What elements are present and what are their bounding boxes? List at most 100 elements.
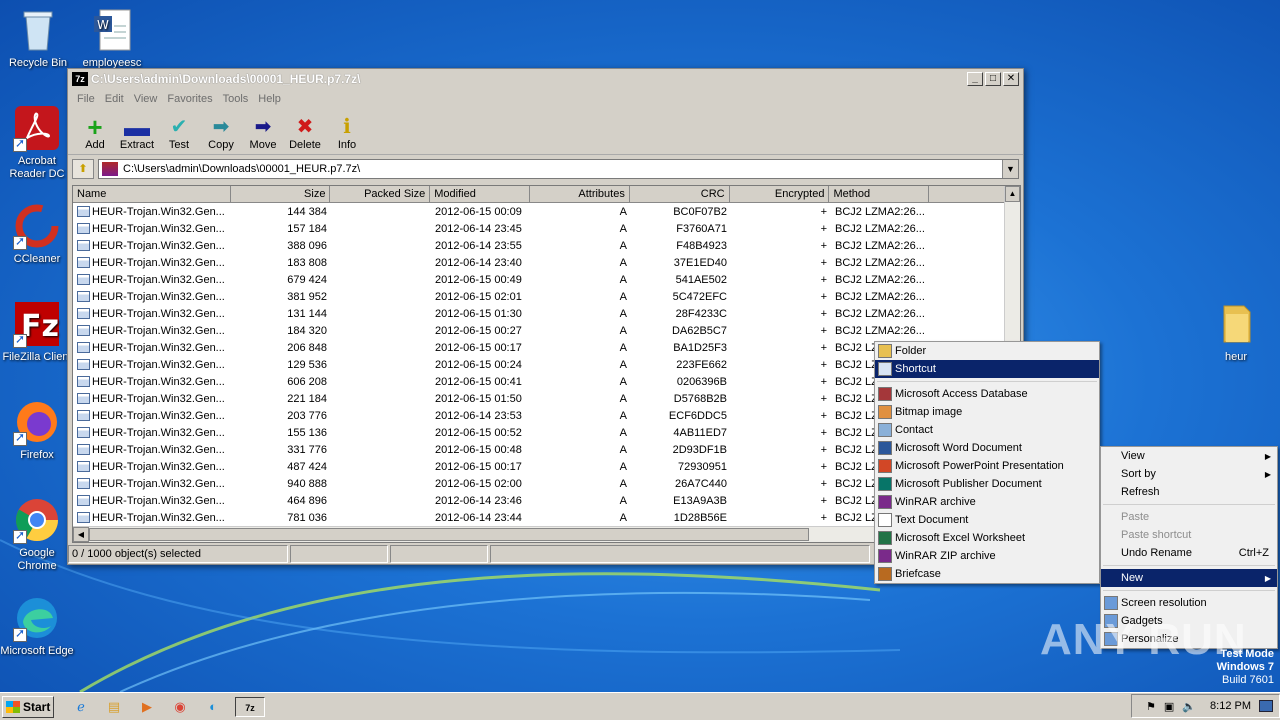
menu-file[interactable]: File [77,93,95,105]
cell-size: 129 536 [287,358,327,371]
cell-modified: 2012-06-15 00:27 [435,324,522,337]
address-field[interactable]: C:\Users\admin\Downloads\00001_HEUR.p7.7… [98,159,1019,179]
menu-item-label: Microsoft Publisher Document [895,478,1042,490]
cell-attributes: A [619,222,627,235]
menu-help[interactable]: Help [258,93,281,105]
desktop[interactable]: Recycle Bin W employeesc Acrobat Reader … [0,0,1280,692]
scroll-left-arrow-icon[interactable]: ◀ [73,527,89,542]
chrome-icon[interactable]: ◉ [169,697,191,717]
status-cell [290,545,388,563]
new-menu-microsoft-word-document[interactable]: Microsoft Word Document [875,439,1099,457]
table-row[interactable]: HEUR-Trojan.Win32.Gen... 157 184 2012-06-1… [73,220,1020,237]
horizontal-scrollbar[interactable]: ◀ [73,526,1006,542]
table-row[interactable]: HEUR-Trojan.Win32.Gen... 381 952 2012-06-1… [73,288,1020,305]
new-menu-contact[interactable]: Contact [875,421,1099,439]
desktop-icon-filezilla[interactable]: Fz FileZilla Client [0,300,75,364]
desktop-icon-edge[interactable]: Microsoft Edge [0,594,75,658]
volume-icon[interactable]: 🔈 [1182,700,1196,713]
new-menu-winrar-zip-archive[interactable]: WinRAR ZIP archive [875,547,1099,565]
cell-attributes: A [619,290,627,303]
table-row[interactable]: HEUR-Trojan.Win32.Gen... 183 808 2012-06-1… [73,254,1020,271]
clock[interactable]: 8:12 PM [1210,700,1251,712]
desktop-icon-employeesc[interactable]: W employeesc [74,6,150,70]
col-crc[interactable]: CRC [630,186,730,202]
cell-encrypted: + [820,205,827,218]
table-row[interactable]: HEUR-Trojan.Win32.Gen... 144 384 2012-06-1… [73,203,1020,220]
cell-crc: ECF6DDC5 [668,409,727,422]
desktop-icon-recycle-bin[interactable]: Recycle Bin [0,6,76,70]
close-button[interactable]: ✕ [1003,72,1019,86]
menu-edit[interactable]: Edit [105,93,124,105]
cell-size: 183 808 [287,256,327,269]
edge-icon[interactable]: ◐ [202,697,224,717]
cell-attributes: A [619,375,627,388]
7zip-taskbar-button[interactable]: 7z [235,696,265,717]
briefcase-icon [878,567,892,581]
desktop-icon-acrobat[interactable]: Acrobat Reader DC [0,104,75,181]
cell-encrypted: + [820,392,827,405]
new-menu-text-document[interactable]: Text Document [875,511,1099,529]
show-desktop-icon[interactable] [1259,700,1273,712]
desktop-icon-heur[interactable]: heur [1198,300,1274,364]
flag-icon[interactable]: ⚑ [1146,700,1156,713]
copy-button[interactable]: ➡ Copy [200,115,242,154]
desktop-icon-ccleaner[interactable]: CCleaner [0,202,75,266]
table-row[interactable]: HEUR-Trojan.Win32.Gen... 679 424 2012-06-1… [73,271,1020,288]
network-icon[interactable]: ▣ [1164,700,1174,713]
desktop-menu-sort-by[interactable]: Sort by ▶ [1101,465,1277,483]
table-row[interactable]: HEUR-Trojan.Win32.Gen... 388 096 2012-06-1… [73,237,1020,254]
desktop-menu-refresh[interactable]: Refresh [1101,483,1277,501]
explorer-icon[interactable]: ▤ [103,697,125,717]
menu-view[interactable]: View [134,93,158,105]
address-dropdown-button[interactable]: ▼ [1002,160,1018,178]
desktop-icon-firefox[interactable]: Firefox [0,398,75,462]
new-menu-microsoft-publisher-document[interactable]: Microsoft Publisher Document [875,475,1099,493]
desktop-menu-screen-resolution[interactable]: Screen resolution [1101,594,1277,612]
new-menu-folder[interactable]: Folder [875,342,1099,360]
up-folder-button[interactable]: ⬆ [72,159,94,179]
extract-button[interactable]: ▬ Extract [116,114,158,154]
col-size[interactable]: Size [231,186,331,202]
minimize-button[interactable]: _ [967,72,983,86]
desktop-menu-undo-rename[interactable]: Undo Rename Ctrl+Z [1101,544,1277,562]
table-row[interactable]: HEUR-Trojan.Win32.Gen... 131 144 2012-06-1… [73,305,1020,322]
new-menu-microsoft-powerpoint-presentation[interactable]: Microsoft PowerPoint Presentation [875,457,1099,475]
col-packed-size[interactable]: Packed Size [330,186,431,202]
new-menu-shortcut[interactable]: Shortcut [875,360,1099,378]
col-attributes[interactable]: Attributes [530,186,630,202]
menu-item-label: New [1121,572,1144,584]
new-menu-winrar-archive[interactable]: WinRAR archive [875,493,1099,511]
excel-icon [878,531,892,545]
add-button[interactable]: + Add [74,114,116,154]
move-button[interactable]: ➡ Move [242,115,284,154]
title-bar[interactable]: 7z C:\Users\admin\Downloads\00001_HEUR.p… [68,69,1023,89]
test-button[interactable]: ✔ Test [158,115,200,154]
media-player-icon[interactable]: ▶ [136,697,158,717]
start-button[interactable]: Start [2,695,54,718]
col-method[interactable]: Method [829,186,930,202]
menu-tools[interactable]: Tools [223,93,249,105]
col-name[interactable]: Name [73,186,231,202]
chrome-icon [13,496,61,544]
desktop-icon-label: CCleaner [13,253,61,265]
cell-crc: F3760A71 [676,222,727,235]
desktop-icon-chrome[interactable]: Google Chrome [0,496,75,573]
col-modified[interactable]: Modified [430,186,531,202]
delete-button[interactable]: ✖ Delete [284,115,326,154]
col-encrypted[interactable]: Encrypted [730,186,830,202]
menu-favorites[interactable]: Favorites [167,93,212,105]
new-menu-briefcase[interactable]: Briefcase [875,565,1099,583]
scroll-up-arrow-icon[interactable]: ▲ [1005,186,1020,202]
toolbar: + Add ▬ Extract ✔ Test ➡ Copy ➡ Move ✖ Delete … [68,109,1023,155]
desktop-menu-new[interactable]: New ▶ [1101,569,1277,587]
ie-icon[interactable]: ℯ [70,697,92,717]
new-menu-microsoft-excel-worksheet[interactable]: Microsoft Excel Worksheet [875,529,1099,547]
maximize-button[interactable]: □ [985,72,1001,86]
scroll-thumb[interactable] [89,528,809,541]
table-row[interactable]: HEUR-Trojan.Win32.Gen... 184 320 2012-06-1… [73,322,1020,339]
file-icon [77,460,90,472]
info-button[interactable]: ℹ Info [326,115,368,154]
desktop-menu-view[interactable]: View ▶ [1101,447,1277,465]
new-menu-microsoft-access-database[interactable]: Microsoft Access Database [875,385,1099,403]
new-menu-bitmap-image[interactable]: Bitmap image [875,403,1099,421]
